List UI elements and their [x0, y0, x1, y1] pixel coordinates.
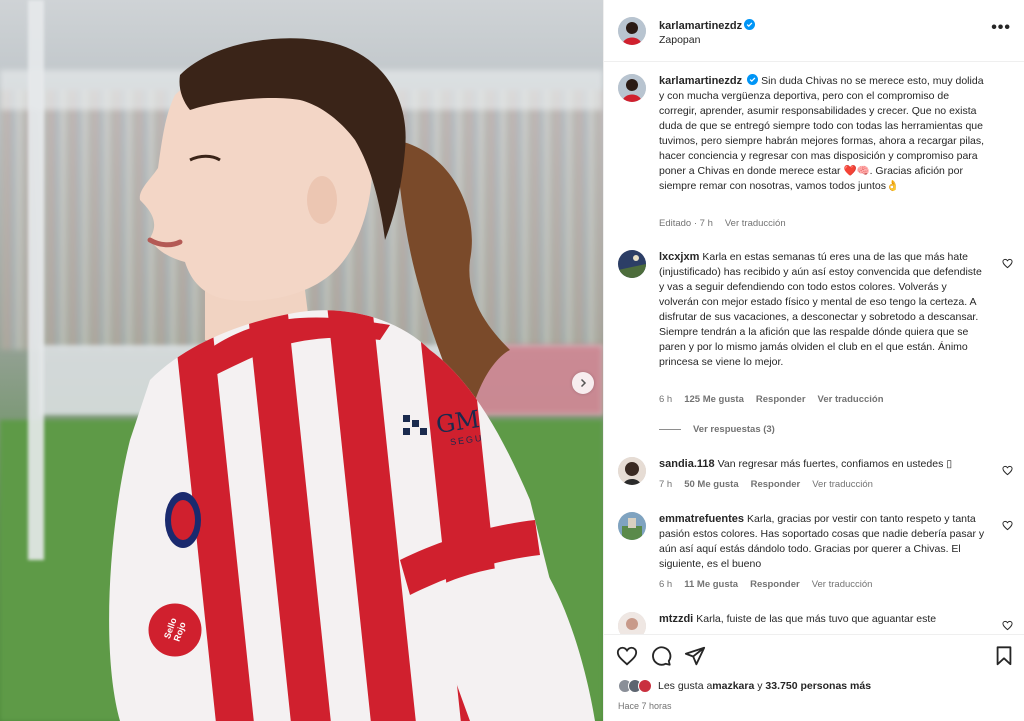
player-figure — [109, 38, 595, 721]
bookmark-icon[interactable] — [993, 645, 1015, 667]
likes-prefix: Les gusta a — [658, 680, 713, 692]
comment-time: 7 h — [659, 479, 673, 490]
translate-link[interactable]: Ver traducción — [812, 579, 873, 590]
heart-icon[interactable] — [1002, 258, 1013, 269]
caption-edited: Editado · 7 h — [659, 218, 713, 229]
chevron-right-icon — [580, 378, 587, 388]
reply-link[interactable]: Responder — [750, 579, 800, 590]
caption-meta: Editado · 7 h Ver traducción — [659, 218, 798, 229]
commenter-username[interactable]: sandia.118 — [659, 458, 715, 470]
share-icon[interactable] — [684, 645, 706, 667]
comment-text-block: sandia.118 Van regresar más fuertes, conf… — [659, 457, 989, 472]
heart-icon[interactable] — [1002, 465, 1013, 476]
view-replies-link[interactable]: Ver respuestas (3) — [659, 424, 775, 435]
post-location[interactable]: Zapopan — [659, 34, 700, 46]
post-time-ago: Hace 7 horas — [618, 701, 672, 711]
comment-time: 6 h — [659, 394, 673, 405]
comment-likes[interactable]: 50 Me gusta — [684, 479, 738, 490]
translate-link[interactable]: Ver traducción — [812, 479, 873, 490]
comment-icon[interactable] — [650, 645, 672, 667]
commenter-avatar[interactable] — [618, 250, 646, 278]
liker-username[interactable]: mazkara — [712, 680, 754, 692]
likes-mid: y — [754, 680, 766, 692]
comment-likes[interactable]: 125 Me gusta — [684, 394, 744, 405]
comment-text-block: lxcxjxm Karla en estas semanas tú eres un… — [659, 250, 989, 370]
author-avatar[interactable] — [618, 74, 646, 102]
commenter-avatar[interactable] — [618, 612, 646, 634]
comment-text-block: mtzzdi Karla, fuiste de las que más tuvo … — [659, 612, 989, 627]
comment-time: 6 h — [659, 579, 673, 590]
author-name-row: karlamartinezdz — [659, 16, 756, 34]
likes-summary[interactable]: Les gusta a mazkara y 33.750 personas má… — [618, 679, 871, 693]
reply-link[interactable]: Responder — [756, 394, 806, 405]
next-photo-button[interactable] — [572, 372, 594, 394]
translate-link[interactable]: Ver traducción — [818, 394, 884, 405]
comment-meta: 7 h 50 Me gusta Responder Ver traducción — [659, 479, 885, 490]
heart-icon[interactable] — [1002, 520, 1013, 531]
reply-link[interactable]: Responder — [751, 479, 801, 490]
comment-meta: 6 h 125 Me gusta Responder Ver traducción — [659, 394, 896, 405]
comment-meta: 6 h 11 Me gusta Responder Ver traducción — [659, 579, 884, 590]
comment-text: Karla, fuiste de las que más tuvo que ag… — [696, 613, 937, 625]
post-side-panel: karlamartinezdz Zapopan ••• karlamartine… — [603, 0, 1024, 721]
commenter-username[interactable]: lxcxjxm — [659, 251, 699, 263]
liker-avatar — [638, 679, 652, 693]
likes-count[interactable]: 33.750 personas más — [765, 680, 871, 692]
caption-text-block: karlamartinezdz Sin duda Chivas no se mer… — [659, 74, 989, 194]
verified-icon — [744, 19, 756, 30]
caption-translate-link[interactable]: Ver traducción — [725, 218, 786, 229]
verified-icon — [747, 74, 759, 85]
heart-icon[interactable] — [616, 645, 638, 667]
heart-icon[interactable] — [1002, 620, 1013, 631]
commenter-avatar[interactable] — [618, 457, 646, 485]
commenter-username[interactable]: emmatrefuentes — [659, 513, 744, 525]
post-header: karlamartinezdz Zapopan ••• — [604, 0, 1024, 62]
commenter-username[interactable]: mtzzdi — [659, 613, 693, 625]
post-actions: Les gusta a mazkara y 33.750 personas má… — [604, 634, 1024, 721]
commenter-avatar[interactable] — [618, 512, 646, 540]
more-icon[interactable]: ••• — [991, 20, 1011, 36]
comment-text: Van regresar más fuertes, confiamos en u… — [717, 458, 953, 470]
liker-avatars — [618, 679, 652, 693]
replies-divider — [659, 428, 681, 430]
caption-username[interactable]: karlamartinezdz — [659, 75, 742, 87]
view-replies-text: Ver respuestas (3) — [693, 424, 775, 435]
comment-text: Karla en estas semanas tú eres una de la… — [659, 251, 982, 368]
caption-text: Sin duda Chivas no se merece esto, muy d… — [659, 75, 985, 192]
author-username[interactable]: karlamartinezdz — [659, 20, 742, 32]
comment-likes[interactable]: 11 Me gusta — [684, 579, 738, 590]
post-photo[interactable]: GM SEGU Sello Rojo — [0, 0, 603, 721]
comment-text-block: emmatrefuentes Karla, gracias por vestir … — [659, 512, 989, 572]
author-avatar[interactable] — [618, 17, 646, 45]
comments-list[interactable]: karlamartinezdz Sin duda Chivas no se mer… — [604, 62, 1024, 634]
